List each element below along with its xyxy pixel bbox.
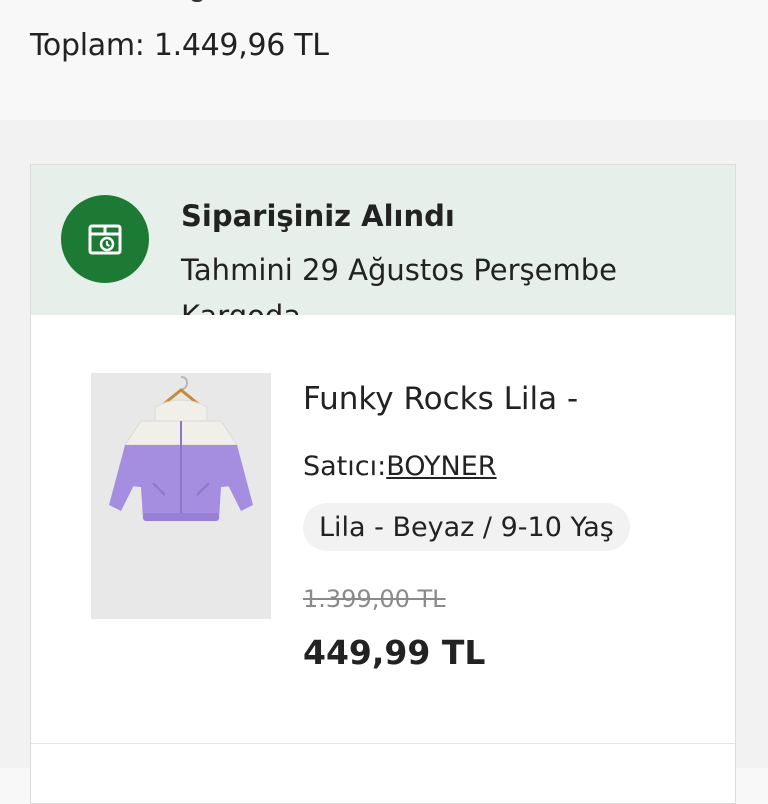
divider [31,743,735,744]
variant-badge: Lila - Beyaz / 9-10 Yaş [303,503,630,551]
sale-price: 449,99 TL [303,633,486,672]
order-status-banner: Siparişiniz Alındı Tahmini 29 Ağustos Pe… [31,165,735,315]
cut-off-glyph [190,0,204,2]
package-clock-icon [61,195,149,283]
seller-info: Satıcı:BOYNER [303,451,497,482]
delivery-estimate: Tahmini 29 Ağustos Perşembe Kargoda [181,253,617,315]
shipment-card: Siparişiniz Alındı Tahmini 29 Ağustos Pe… [30,164,736,804]
seller-label: Satıcı: [303,451,387,482]
product-item[interactable]: Funky Rocks Lila - Satıcı:BOYNER Lila - … [31,315,735,743]
order-total: Toplam: 1.449,96 TL [30,28,329,63]
product-name[interactable]: Funky Rocks Lila - [303,381,578,417]
original-price: 1.399,00 TL [303,585,446,613]
total-label: Toplam: [30,28,145,63]
order-status-title: Siparişiniz Alındı [181,199,455,233]
seller-link[interactable]: BOYNER [386,451,496,482]
total-value: 1.449,96 TL [153,28,329,63]
product-image[interactable] [91,373,271,619]
order-summary-header: Toplam: 1.449,96 TL [0,0,768,120]
